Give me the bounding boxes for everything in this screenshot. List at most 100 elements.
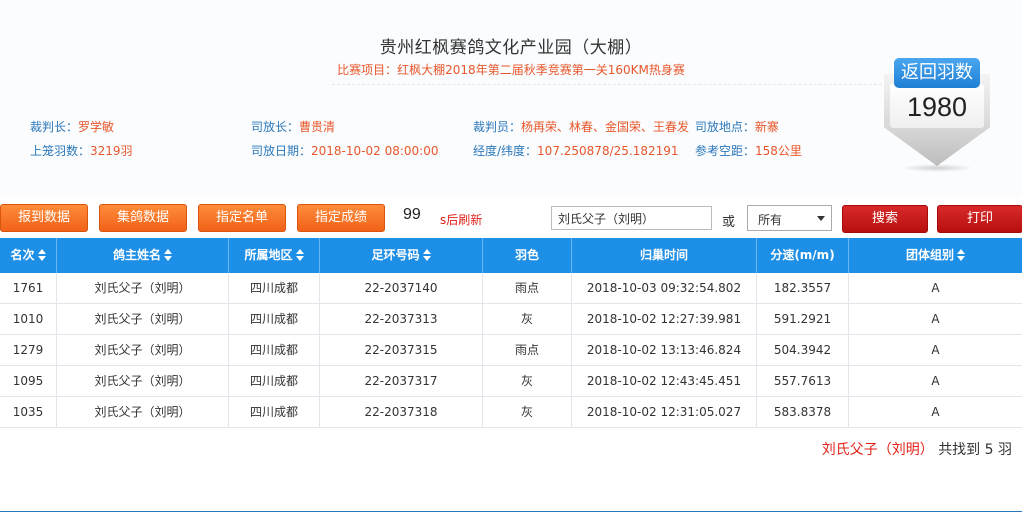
badge-label: 返回羽数 xyxy=(894,58,980,88)
designated-results-button[interactable]: 指定成绩 xyxy=(297,204,385,232)
cell-group: A xyxy=(931,374,940,388)
collection-data-button[interactable]: 集鸽数据 xyxy=(99,204,187,232)
column-header-region[interactable]: 所属地区 xyxy=(229,238,320,273)
coordinates-label: 经度/纬度： xyxy=(473,144,538,158)
refresh-label: s后刷新 xyxy=(440,213,483,227)
cell-arrival: 2018-10-02 12:31:05.027 xyxy=(572,397,757,427)
sort-icon xyxy=(37,249,46,261)
search-summary: 刘氏父子（刘明） 共找到 5 羽 xyxy=(822,439,1012,459)
search-button[interactable]: 搜索 xyxy=(842,205,928,233)
designated-list-button[interactable]: 指定名单 xyxy=(198,204,286,232)
cell-speed: 182.3557 xyxy=(757,273,849,303)
table-row[interactable]: 1035 刘氏父子（刘明） 四川成都 22-2037318 灰 2018-10-… xyxy=(0,397,1022,428)
cell-region: 四川成都 xyxy=(229,304,320,334)
cell-group: A xyxy=(931,343,940,357)
coordinates-value: 107.250878/25.182191 xyxy=(537,144,679,158)
referee-chief-value: 罗学敏 xyxy=(78,120,115,134)
referee-chief-label: 裁判长： xyxy=(30,120,79,134)
cell-arrival: 2018-10-02 12:27:39.981 xyxy=(572,304,757,334)
column-header-owner[interactable]: 鸽主姓名 xyxy=(57,238,229,273)
cell-ring: 22-2037318 xyxy=(320,397,483,427)
cell-rank: 1010 xyxy=(0,304,57,334)
cell-region: 四川成都 xyxy=(229,335,320,365)
table-row[interactable]: 1761 刘氏父子（刘明） 四川成都 22-2037140 雨点 2018-10… xyxy=(0,273,1022,304)
cell-arrival: 2018-10-02 13:13:46.824 xyxy=(572,335,757,365)
cage-count-value: 3219羽 xyxy=(90,144,133,158)
group-select-value: 所有 xyxy=(758,213,783,227)
title-divider xyxy=(332,84,882,85)
cell-owner: 刘氏父子（刘明） xyxy=(57,397,229,427)
or-label: 或 xyxy=(722,215,736,230)
group-select[interactable]: 所有 xyxy=(747,205,832,231)
cell-owner: 刘氏父子（刘明） xyxy=(57,304,229,334)
referee-chief-info: 裁判长：罗学敏 xyxy=(30,118,114,135)
cell-ring: 22-2037315 xyxy=(320,335,483,365)
cell-region: 四川成都 xyxy=(229,366,320,396)
release-date-info: 司放日期：2018-10-02 08:00:00 xyxy=(251,142,438,159)
release-place-value: 新寨 xyxy=(754,120,779,134)
search-input[interactable] xyxy=(551,206,712,230)
chevron-down-icon xyxy=(817,216,825,221)
cell-rank: 1035 xyxy=(0,397,57,427)
cell-color: 灰 xyxy=(483,397,572,427)
sort-icon xyxy=(164,249,172,261)
referees-value: 杨再荣、林春、金国荣、王春发 xyxy=(521,120,690,134)
sort-icon xyxy=(422,249,431,261)
cell-speed: 583.8378 xyxy=(757,397,849,427)
table-row[interactable]: 1279 刘氏父子（刘明） 四川成都 22-2037315 雨点 2018-10… xyxy=(0,335,1022,366)
cell-speed: 557.7613 xyxy=(757,366,849,396)
cell-speed: 504.3942 xyxy=(757,335,849,365)
report-data-button[interactable]: 报到数据 xyxy=(0,204,88,232)
returned-count-badge: 返回羽数 1980 xyxy=(882,50,992,172)
refresh-countdown: 99 xyxy=(403,206,421,223)
table-row[interactable]: 1010 刘氏父子（刘明） 四川成都 22-2037313 灰 2018-10-… xyxy=(0,304,1022,335)
release-chief-value: 曹贵清 xyxy=(299,120,336,134)
header-area xyxy=(0,0,1022,196)
cell-color: 雨点 xyxy=(483,335,572,365)
distance-info: 参考空距：158公里 xyxy=(695,142,802,159)
column-header-rank[interactable]: 名次 xyxy=(0,238,57,273)
release-date-value: 2018-10-02 08:00:00 xyxy=(311,144,439,158)
release-date-label: 司放日期： xyxy=(251,144,312,158)
table-header: 名次 鸽主姓名 所属地区 足环号码 羽色 归巢时间 分速(m/m) 团体组别 xyxy=(0,238,1022,273)
cell-owner: 刘氏父子（刘明） xyxy=(57,366,229,396)
cell-speed: 591.2921 xyxy=(757,304,849,334)
sort-icon xyxy=(295,249,304,261)
badge-value: 1980 xyxy=(906,92,968,122)
cell-ring: 22-2037140 xyxy=(320,273,483,303)
column-header-group[interactable]: 团体组别 xyxy=(849,238,1022,273)
coordinates-info: 经度/纬度：107.250878/25.182191 xyxy=(473,142,679,159)
release-place-label: 司放地点： xyxy=(694,120,755,134)
cell-rank: 1095 xyxy=(0,366,57,396)
cage-count-info: 上笼羽数：3219羽 xyxy=(30,142,133,159)
badge-shadow xyxy=(900,164,974,172)
cell-group: A xyxy=(931,312,940,326)
print-button[interactable]: 打印 xyxy=(937,205,1022,233)
sort-icon xyxy=(957,249,965,261)
column-header-ring[interactable]: 足环号码 xyxy=(320,238,483,273)
table-row[interactable]: 1095 刘氏父子（刘明） 四川成都 22-2037317 灰 2018-10-… xyxy=(0,366,1022,397)
release-chief-info: 司放长：曹贵清 xyxy=(251,118,335,135)
summary-owner-name: 刘氏父子（刘明） xyxy=(821,442,934,458)
cell-color: 雨点 xyxy=(483,273,572,303)
column-header-arrival: 归巢时间 xyxy=(572,238,757,273)
cage-count-label: 上笼羽数： xyxy=(30,144,91,158)
distance-label: 参考空距： xyxy=(695,144,756,158)
bottom-divider xyxy=(0,511,1022,512)
cell-rank: 1761 xyxy=(0,273,57,303)
cell-region: 四川成都 xyxy=(229,397,320,427)
cell-owner: 刘氏父子（刘明） xyxy=(57,335,229,365)
cell-group: A xyxy=(931,405,940,419)
cell-rank: 1279 xyxy=(0,335,57,365)
release-chief-label: 司放长： xyxy=(251,120,300,134)
cell-color: 灰 xyxy=(483,304,572,334)
cell-arrival: 2018-10-02 12:43:45.451 xyxy=(572,366,757,396)
cell-ring: 22-2037317 xyxy=(320,366,483,396)
distance-value: 158公里 xyxy=(755,144,802,158)
referees-label: 裁判员： xyxy=(473,120,522,134)
referees-info: 裁判员：杨再荣、林春、金国荣、王春发 司放地点：新寨 xyxy=(473,118,779,135)
cell-arrival: 2018-10-03 09:32:54.802 xyxy=(572,273,757,303)
summary-count-text: 共找到 5 羽 xyxy=(938,442,1012,458)
cell-ring: 22-2037313 xyxy=(320,304,483,334)
race-subtitle: 比赛项目：红枫大棚2018年第二届秋季竞赛第一关160KM热身赛 xyxy=(337,63,685,77)
